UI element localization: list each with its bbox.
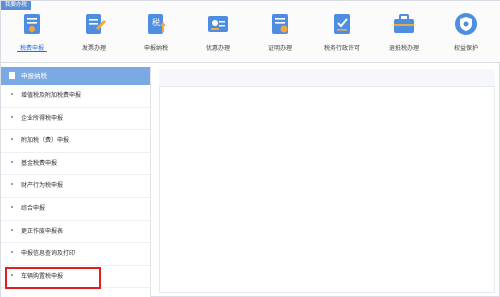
sidebar-item-vat[interactable]: 增值税及附加税费申报 — [1, 85, 150, 108]
tool-admin-license[interactable]: 税务行政许可 — [319, 11, 365, 59]
tool-certificate[interactable]: 证明办理 — [257, 11, 303, 59]
invoice-icon — [81, 11, 107, 37]
document-icon — [9, 72, 15, 79]
sidebar-item-label: 基金税费申报 — [21, 159, 58, 167]
sidebar-item-query-print[interactable]: 申报信息查询及打印 — [1, 243, 150, 266]
tool-label: 申报纳税 — [143, 45, 168, 52]
highlight-annotation — [5, 267, 101, 289]
content-panel — [159, 69, 495, 293]
bullet-icon — [11, 205, 13, 208]
sidebar-item-label: 增值税及附加税费申报 — [21, 92, 82, 99]
quick-tag: 我要办税 — [1, 1, 31, 10]
bullet-icon — [11, 251, 13, 254]
bullet-icon — [11, 183, 13, 186]
certificate-icon — [267, 11, 293, 37]
sidebar: 申报纳税 增值税及附加税费申报 企业所得税申报 附加税（费）申报 基金税费申报 … — [1, 67, 151, 297]
tool-label: 退抵税办理 — [388, 45, 419, 52]
sidebar-item-label: 附加税（费）申报 — [21, 137, 70, 145]
tax-report-icon — [19, 11, 45, 37]
tool-label: 发票办理 — [81, 45, 106, 52]
bullet-icon — [11, 228, 13, 231]
tool-label: 权益保护 — [453, 45, 478, 52]
bullet-icon — [11, 160, 13, 163]
preferential-icon — [205, 11, 231, 37]
tool-label: 优惠办理 — [205, 45, 230, 52]
tool-preferential[interactable]: 优惠办理 — [195, 11, 241, 59]
content-header-band — [159, 69, 495, 87]
sidebar-item-surcharge[interactable]: 附加税（费）申报 — [1, 130, 150, 153]
tool-tax-report[interactable]: 税费申报 — [9, 11, 55, 59]
bullet-icon — [11, 93, 13, 95]
app-window: 我要办税 税费申报 发票办理 税 申报纳税 优惠办理 证明办理 税务行政许可 退… — [0, 0, 500, 297]
top-toolbar: 我要办税 税费申报 发票办理 税 申报纳税 优惠办理 证明办理 税务行政许可 退… — [1, 1, 500, 63]
tool-declare[interactable]: 税 申报纳税 — [133, 11, 179, 59]
sidebar-item-corporate-income[interactable]: 企业所得税申报 — [1, 108, 150, 131]
svg-text:税: 税 — [152, 17, 160, 27]
bullet-icon — [11, 115, 13, 118]
sidebar-item-property-behavior[interactable]: 财产行为税申报 — [1, 175, 150, 198]
tool-invoice[interactable]: 发票办理 — [71, 11, 117, 59]
tool-label: 税务行政许可 — [323, 45, 360, 52]
sidebar-item-label: 申报信息查询及打印 — [21, 250, 76, 258]
protection-icon — [453, 11, 479, 37]
sidebar-item-label: 企业所得税申报 — [21, 114, 64, 122]
admin-license-icon — [329, 11, 355, 37]
sidebar-item-label: 财产行为税申报 — [21, 182, 64, 190]
sidebar-item-comprehensive[interactable]: 综合申报 — [1, 198, 150, 221]
bullet-icon — [11, 138, 13, 141]
sidebar-title: 申报纳税 — [21, 72, 47, 80]
sidebar-item-label: 更正作废申报表 — [21, 227, 64, 235]
sidebar-item-correct-void[interactable]: 更正作废申报表 — [1, 221, 150, 244]
tool-protection[interactable]: 权益保护 — [443, 11, 489, 59]
refund-icon — [391, 11, 417, 37]
sidebar-item-label: 综合申报 — [21, 204, 46, 212]
declare-icon: 税 — [143, 11, 169, 37]
tool-refund[interactable]: 退抵税办理 — [381, 11, 427, 59]
sidebar-item-fund-fees[interactable]: 基金税费申报 — [1, 153, 150, 176]
tool-label: 证明办理 — [267, 45, 292, 52]
sidebar-header[interactable]: 申报纳税 — [1, 67, 150, 85]
tool-label: 税费申报 — [19, 45, 44, 52]
